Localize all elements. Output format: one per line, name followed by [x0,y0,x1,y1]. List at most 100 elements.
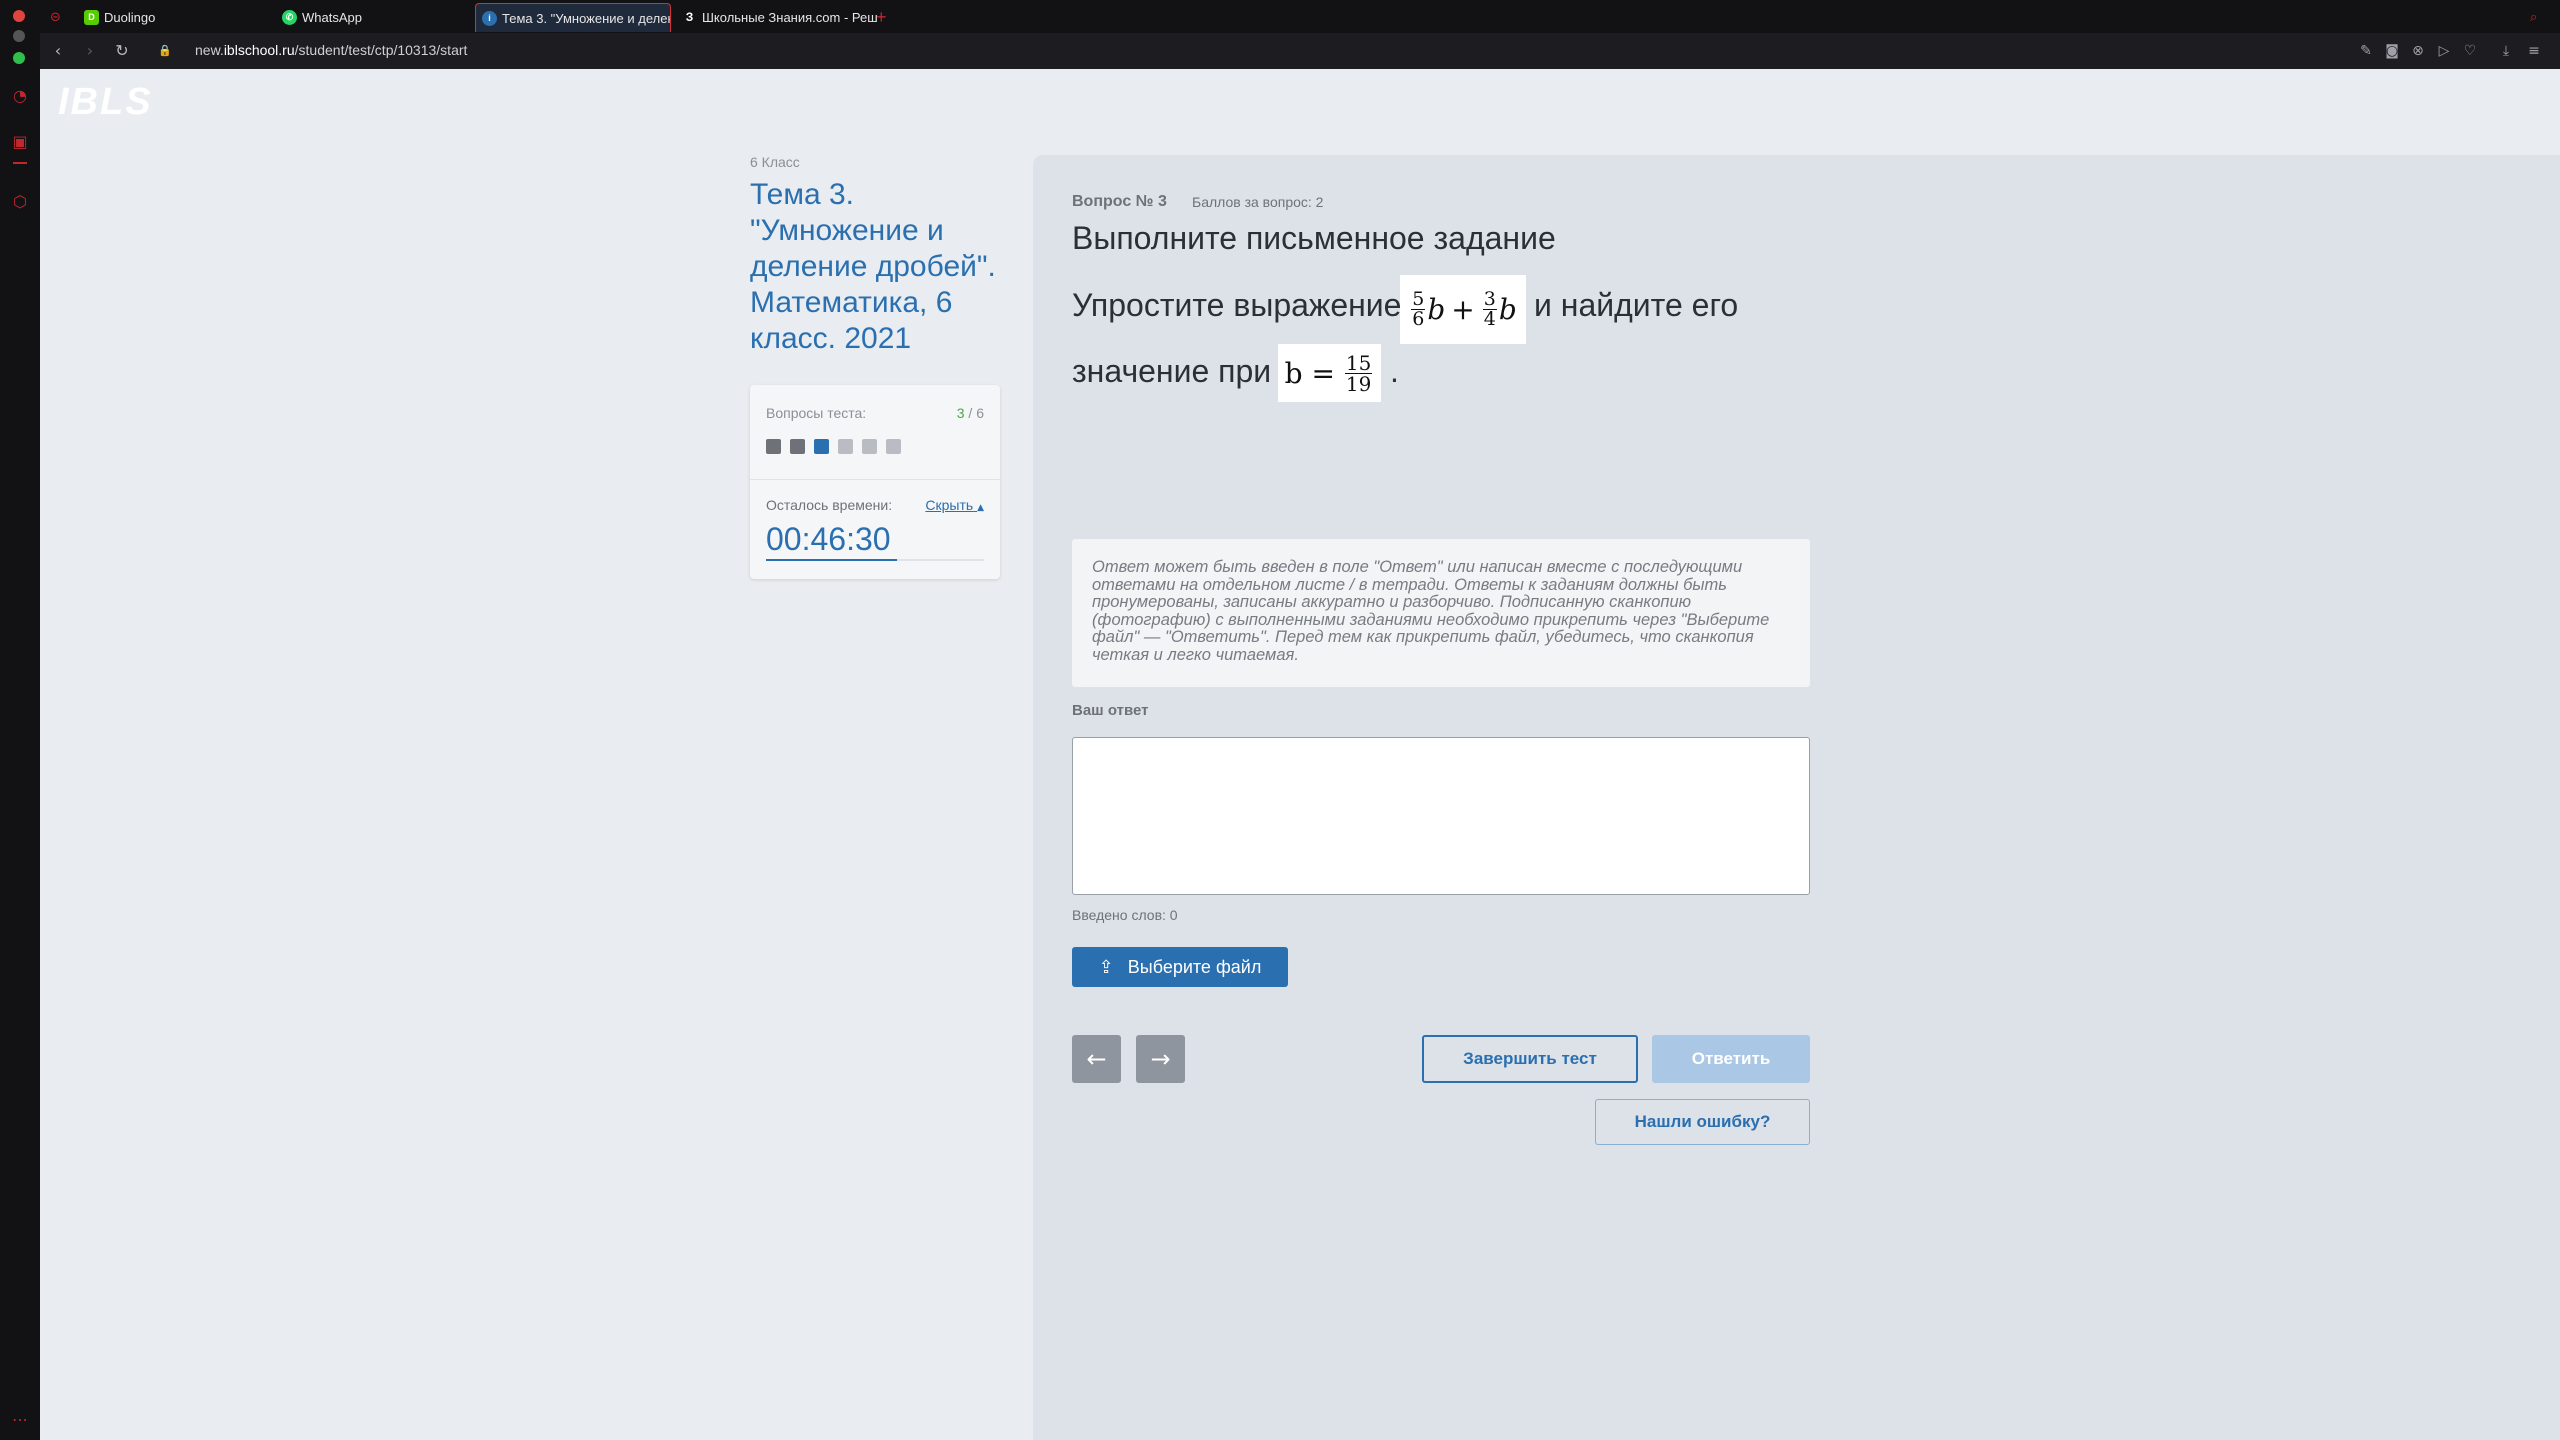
lock-icon[interactable]: 🔒 [155,41,175,61]
report-error-button[interactable]: Нашли ошибку? [1595,1099,1810,1145]
question-points: Баллов за вопрос: 2 [1192,194,1324,210]
url-field[interactable]: new.iblschool.ru/student/test/ctp/10313/… [195,42,467,58]
speed-dial-icon[interactable]: ◔ [10,86,30,106]
time-progress-fill [766,559,897,561]
url-subdomain: new. [195,42,224,58]
back-icon[interactable]: ‹ [48,41,68,61]
tab-label: WhatsApp [302,9,362,25]
fraction-numerator: 15 [1344,350,1373,375]
variable: b [1427,293,1446,326]
plus-sign: + [1451,293,1475,326]
time-progress-bar [766,559,984,561]
maximize-window-icon[interactable] [13,52,25,64]
znanija-icon: З [685,10,694,24]
fraction-denominator: 6 [1412,308,1425,330]
submit-answer-button[interactable]: Ответить [1652,1035,1810,1083]
question-nav-square-3[interactable] [814,439,829,454]
choose-file-label: Выберите файл [1127,956,1262,977]
current-question-number: 3 [956,405,965,421]
tab-bar: ⊝ D Duolingo ✆ WhatsApp i Тема 3. "Умнож… [40,0,2560,33]
page-content: IBLS 6 Класс Тема 3. "Умножение и делени… [40,69,2560,1440]
grade-label: 6 Класс [750,154,800,170]
snapshot-icon[interactable]: ◙ [2382,41,2402,61]
time-remaining-label: Осталось времени: [766,497,893,513]
forward-icon[interactable]: › [80,41,100,61]
question-nav-square-5[interactable] [862,439,877,454]
url-path: /student/test/ctp/10313/start [294,42,468,58]
finish-test-button[interactable]: Завершить тест [1422,1035,1638,1083]
site-logo[interactable]: IBLS [58,81,153,124]
variable: b [1498,293,1517,326]
tab-whatsapp[interactable]: ✆ WhatsApp [282,4,402,30]
question-text-part3: значение при [1072,353,1272,389]
instruction-box: Ответ может быть введен в поле "Ответ" и… [1072,539,1810,687]
expression-formula: 56 b + 34 b [1400,275,1526,344]
next-question-button[interactable]: → [1136,1035,1185,1083]
upload-icon: ⇪ [1098,956,1114,978]
tab-znanija[interactable]: З Школьные Знания.com - Реш [682,4,902,30]
questions-label: Вопросы теста: [766,405,867,421]
fraction-numerator: 5 [1411,288,1426,310]
answer-textarea[interactable] [1072,737,1810,895]
fraction: 34 [1482,288,1497,330]
extensions-icon[interactable]: ⬡ [10,192,30,212]
fraction: 15 19 [1344,350,1373,396]
fraction: 56 [1411,288,1426,330]
tab-label: Школьные Знания.com - Реш [702,9,878,25]
counter-separator: / [964,405,977,421]
sidebar-divider [13,162,27,164]
total-questions: 6 [976,405,984,421]
value-formula: b = 15 19 [1278,344,1381,402]
tab-ibls-test[interactable]: i Тема 3. "Умножение и делени [475,3,671,32]
adblock-icon[interactable]: ⊗ [2408,41,2428,61]
minimize-window-icon[interactable] [13,30,25,42]
instruction-text: Ответ может быть введен в поле "Ответ" и… [1092,558,1770,664]
address-bar: ‹ › ↻ 🔒 new.iblschool.ru/student/test/ct… [40,33,2560,69]
previous-question-button[interactable]: ← [1072,1035,1121,1083]
question-text-period: . [1390,353,1399,389]
question-nav-square-2[interactable] [790,439,805,454]
menu-icon[interactable]: ≡ [2524,41,2544,61]
question-nav-square-4[interactable] [838,439,853,454]
tab-group-icon[interactable]: ⊝ [50,4,61,30]
answer-label: Ваш ответ [1072,702,1149,719]
sidebar-more-icon[interactable]: ⋯ [10,1410,30,1430]
url-domain: iblschool.ru [223,42,295,58]
tab-label: Тема 3. "Умножение и делени [502,10,671,26]
caret-up-icon: ▲ [977,503,984,513]
share-icon[interactable]: ✎ [2356,41,2376,61]
countdown-timer: 00:46:30 [766,521,891,557]
question-nav-square-6[interactable] [886,439,901,454]
wallet-icon[interactable]: ▣ [10,132,30,152]
tab-label: Duolingo [104,9,156,25]
card-divider [750,479,1000,480]
browser-sidebar: ◔ ▣ ⬡ ⋯ [0,0,40,1440]
duolingo-icon: D [84,9,99,25]
new-tab-button[interactable]: + [876,4,887,30]
question-number: Вопрос № 3 [1072,193,1167,210]
question-text-part2: и найдите его [1534,287,1739,323]
fraction-denominator: 4 [1483,308,1496,330]
tab-duolingo[interactable]: D Duolingo [84,4,184,30]
send-icon[interactable]: ▷ [2434,41,2454,61]
choose-file-button[interactable]: ⇪ Выберите файл [1072,947,1288,987]
ibls-icon: i [482,10,497,26]
hide-timer-link[interactable]: Скрыть ▲ [925,497,984,513]
equation-lhs: b = [1284,356,1335,390]
favorites-icon[interactable]: ♡ [2460,41,2480,61]
whatsapp-icon: ✆ [282,9,297,25]
question-text-part1: Упростите выражение [1072,287,1402,323]
question-nav-square-1[interactable] [766,439,781,454]
test-topic-title: Тема 3. "Умножение и деление дробей". Ма… [750,178,996,355]
fraction-numerator: 3 [1482,288,1497,310]
question-counter: 3 / 6 [957,405,984,421]
test-progress-card: Вопросы теста: 3 / 6 Осталось времени: С… [750,385,1000,579]
tab-search-icon[interactable]: ⌕ [2530,4,2537,30]
fraction-denominator: 19 [1345,371,1372,396]
word-count: Введено слов: 0 [1072,907,1178,923]
reload-icon[interactable]: ↻ [112,41,132,61]
hide-label: Скрыть [925,497,974,513]
question-title: Выполните письменное задание [1072,220,1556,256]
close-window-icon[interactable] [13,10,25,22]
downloads-icon[interactable]: ⤓ [2496,41,2516,61]
